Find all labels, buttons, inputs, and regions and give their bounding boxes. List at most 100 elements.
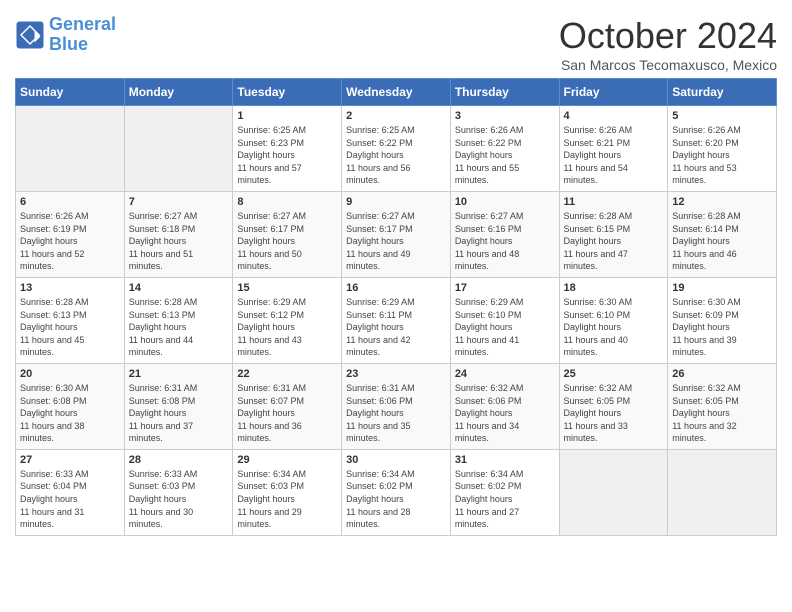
- day-number: 16: [346, 282, 446, 294]
- sunrise-label: Sunrise:: [455, 469, 488, 479]
- sunset-label: Sunset:: [20, 481, 51, 491]
- day-number: 20: [20, 368, 120, 380]
- sunset-label: Sunset:: [129, 481, 160, 491]
- calendar-cell-w4-d3: 22 Sunrise: 6:31 AM Sunset: 6:07 PM Dayl…: [233, 363, 342, 449]
- cell-info: Sunrise: 6:27 AM Sunset: 6:18 PM Dayligh…: [129, 210, 229, 273]
- daylight-label: Daylight hours: [237, 494, 295, 504]
- sunset-label: Sunset:: [346, 224, 377, 234]
- sunset-label: Sunset:: [237, 138, 268, 148]
- daylight-label: Daylight hours: [237, 322, 295, 332]
- sunrise-label: Sunrise:: [564, 383, 597, 393]
- sunset-label: Sunset:: [346, 396, 377, 406]
- day-number: 12: [672, 196, 772, 208]
- calendar-cell-w4-d1: 20 Sunrise: 6:30 AM Sunset: 6:08 PM Dayl…: [16, 363, 125, 449]
- cell-info: Sunrise: 6:30 AM Sunset: 6:10 PM Dayligh…: [564, 296, 664, 359]
- page-header: General Blue October 2024 San Marcos Tec…: [15, 15, 777, 73]
- calendar-cell-w3-d6: 18 Sunrise: 6:30 AM Sunset: 6:10 PM Dayl…: [559, 277, 668, 363]
- daylight-label: Daylight hours: [346, 408, 404, 418]
- calendar-header-row: Sunday Monday Tuesday Wednesday Thursday…: [16, 79, 777, 106]
- sunset-label: Sunset:: [672, 310, 703, 320]
- cell-info: Sunrise: 6:33 AM Sunset: 6:03 PM Dayligh…: [129, 468, 229, 531]
- sunset-label: Sunset:: [672, 138, 703, 148]
- cell-info: Sunrise: 6:31 AM Sunset: 6:06 PM Dayligh…: [346, 382, 446, 445]
- calendar-cell-w3-d4: 16 Sunrise: 6:29 AM Sunset: 6:11 PM Dayl…: [342, 277, 451, 363]
- sunrise-label: Sunrise:: [564, 125, 597, 135]
- header-sunday: Sunday: [16, 79, 125, 106]
- sunrise-label: Sunrise:: [237, 297, 270, 307]
- header-saturday: Saturday: [668, 79, 777, 106]
- sunset-label: Sunset:: [346, 310, 377, 320]
- daylight-label: Daylight hours: [129, 494, 187, 504]
- sunrise-label: Sunrise:: [237, 469, 270, 479]
- cell-info: Sunrise: 6:26 AM Sunset: 6:20 PM Dayligh…: [672, 124, 772, 187]
- month-title: October 2024: [559, 15, 777, 57]
- calendar-cell-w1-d1: [16, 106, 125, 192]
- calendar-cell-w2-d3: 8 Sunrise: 6:27 AM Sunset: 6:17 PM Dayli…: [233, 191, 342, 277]
- day-number: 4: [564, 110, 664, 122]
- sunrise-label: Sunrise:: [346, 383, 379, 393]
- sunrise-label: Sunrise:: [237, 383, 270, 393]
- daylight-label: Daylight hours: [20, 494, 78, 504]
- calendar-cell-w2-d7: 12 Sunrise: 6:28 AM Sunset: 6:14 PM Dayl…: [668, 191, 777, 277]
- logo-line2: Blue: [49, 34, 88, 54]
- calendar-cell-w5-d1: 27 Sunrise: 6:33 AM Sunset: 6:04 PM Dayl…: [16, 449, 125, 535]
- daylight-label: Daylight hours: [237, 408, 295, 418]
- daylight-label: Daylight hours: [346, 236, 404, 246]
- cell-info: Sunrise: 6:25 AM Sunset: 6:22 PM Dayligh…: [346, 124, 446, 187]
- sunset-label: Sunset:: [237, 224, 268, 234]
- calendar-cell-w1-d5: 3 Sunrise: 6:26 AM Sunset: 6:22 PM Dayli…: [450, 106, 559, 192]
- sunset-label: Sunset:: [20, 224, 51, 234]
- sunrise-label: Sunrise:: [237, 125, 270, 135]
- cell-info: Sunrise: 6:34 AM Sunset: 6:02 PM Dayligh…: [346, 468, 446, 531]
- day-number: 21: [129, 368, 229, 380]
- sunset-label: Sunset:: [564, 396, 595, 406]
- day-number: 30: [346, 454, 446, 466]
- day-number: 7: [129, 196, 229, 208]
- calendar-cell-w1-d2: [124, 106, 233, 192]
- daylight-label: Daylight hours: [672, 322, 730, 332]
- cell-info: Sunrise: 6:34 AM Sunset: 6:02 PM Dayligh…: [455, 468, 555, 531]
- sunrise-label: Sunrise:: [20, 383, 53, 393]
- sunrise-label: Sunrise:: [346, 297, 379, 307]
- daylight-label: Daylight hours: [129, 322, 187, 332]
- daylight-label: Daylight hours: [20, 236, 78, 246]
- daylight-label: Daylight hours: [346, 494, 404, 504]
- calendar-cell-w4-d4: 23 Sunrise: 6:31 AM Sunset: 6:06 PM Dayl…: [342, 363, 451, 449]
- sunset-label: Sunset:: [455, 396, 486, 406]
- daylight-label: Daylight hours: [455, 322, 513, 332]
- sunset-label: Sunset:: [564, 138, 595, 148]
- calendar-week-5: 27 Sunrise: 6:33 AM Sunset: 6:04 PM Dayl…: [16, 449, 777, 535]
- day-number: 25: [564, 368, 664, 380]
- cell-info: Sunrise: 6:25 AM Sunset: 6:23 PM Dayligh…: [237, 124, 337, 187]
- daylight-label: Daylight hours: [20, 408, 78, 418]
- day-number: 10: [455, 196, 555, 208]
- location-title: San Marcos Tecomaxusco, Mexico: [559, 57, 777, 73]
- sunset-label: Sunset:: [346, 481, 377, 491]
- daylight-label: Daylight hours: [237, 150, 295, 160]
- day-number: 15: [237, 282, 337, 294]
- calendar-cell-w4-d6: 25 Sunrise: 6:32 AM Sunset: 6:05 PM Dayl…: [559, 363, 668, 449]
- sunrise-label: Sunrise:: [672, 211, 705, 221]
- daylight-label: Daylight hours: [346, 322, 404, 332]
- cell-info: Sunrise: 6:29 AM Sunset: 6:10 PM Dayligh…: [455, 296, 555, 359]
- day-number: 24: [455, 368, 555, 380]
- day-number: 14: [129, 282, 229, 294]
- cell-info: Sunrise: 6:26 AM Sunset: 6:22 PM Dayligh…: [455, 124, 555, 187]
- calendar-cell-w5-d3: 29 Sunrise: 6:34 AM Sunset: 6:03 PM Dayl…: [233, 449, 342, 535]
- cell-info: Sunrise: 6:27 AM Sunset: 6:16 PM Dayligh…: [455, 210, 555, 273]
- day-number: 9: [346, 196, 446, 208]
- sunset-label: Sunset:: [672, 224, 703, 234]
- cell-info: Sunrise: 6:29 AM Sunset: 6:12 PM Dayligh…: [237, 296, 337, 359]
- cell-info: Sunrise: 6:28 AM Sunset: 6:14 PM Dayligh…: [672, 210, 772, 273]
- sunrise-label: Sunrise:: [20, 211, 53, 221]
- day-number: 1: [237, 110, 337, 122]
- sunrise-label: Sunrise:: [672, 297, 705, 307]
- sunset-label: Sunset:: [564, 224, 595, 234]
- sunrise-label: Sunrise:: [346, 125, 379, 135]
- cell-info: Sunrise: 6:31 AM Sunset: 6:07 PM Dayligh…: [237, 382, 337, 445]
- sunrise-label: Sunrise:: [455, 383, 488, 393]
- cell-info: Sunrise: 6:26 AM Sunset: 6:21 PM Dayligh…: [564, 124, 664, 187]
- day-number: 8: [237, 196, 337, 208]
- sunrise-label: Sunrise:: [455, 125, 488, 135]
- daylight-label: Daylight hours: [672, 150, 730, 160]
